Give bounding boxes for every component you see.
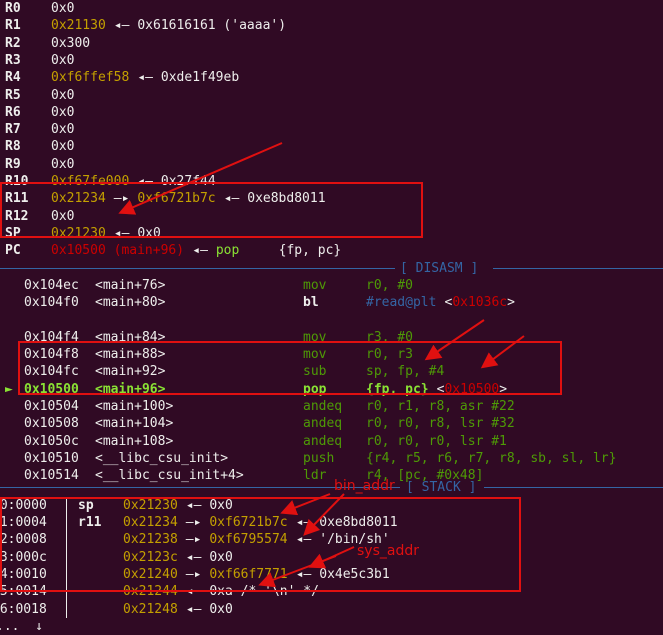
arrow-to-sys-addr-low	[258, 555, 337, 588]
arrow-to-r12	[118, 142, 283, 215]
arrow-from-bin-addr	[303, 493, 345, 536]
arrow-to-fp	[424, 319, 485, 361]
annotation-arrows	[118, 142, 525, 588]
arrow-to-sp	[480, 335, 525, 369]
gdb-terminal: R0 0x0 R1 0x21130 ◂— 0x61616161 ('aaaa') R2 0x3…	[0, 0, 663, 634]
arrow-to-bin-addr	[280, 493, 331, 516]
